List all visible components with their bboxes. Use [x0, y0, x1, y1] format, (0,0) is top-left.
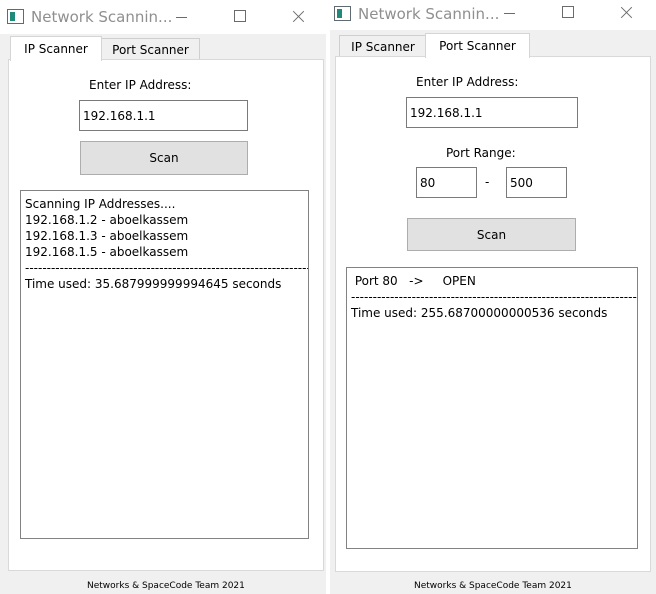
- output-line: Time used: 35.687999999994645 seconds: [25, 277, 282, 291]
- minimize-icon[interactable]: [498, 0, 524, 26]
- footer-text: Networks & SpaceCode Team 2021: [414, 581, 572, 591]
- title-bar[interactable]: Network Scannin...: [0, 0, 326, 34]
- scan-button[interactable]: Scan: [407, 218, 576, 251]
- port-scanner-window: Network Scannin... IP Scanner Port Scann…: [330, 0, 656, 594]
- ip-address-label: Enter IP Address:: [89, 78, 192, 92]
- close-icon[interactable]: [614, 0, 640, 26]
- tab-port-scanner[interactable]: Port Scanner: [101, 38, 200, 60]
- port-range-label: Port Range:: [446, 146, 516, 160]
- app-icon: [7, 9, 24, 24]
- ip-address-input[interactable]: [79, 100, 248, 131]
- port-from-input[interactable]: [416, 167, 477, 198]
- window-title: Network Scannin...: [31, 8, 173, 26]
- output-line: 192.168.1.5 - aboelkassem: [25, 245, 189, 259]
- scan-button[interactable]: Scan: [80, 141, 248, 175]
- maximize-icon[interactable]: [556, 0, 582, 26]
- footer-text: Networks & SpaceCode Team 2021: [87, 581, 245, 591]
- output-line: 192.168.1.2 - aboelkassem: [25, 213, 189, 227]
- title-bar[interactable]: Network Scannin...: [330, 0, 656, 30]
- output-line: Scanning IP Addresses....: [25, 197, 176, 211]
- ip-scanner-window: Network Scannin... IP Scanner Port Scann…: [0, 0, 326, 594]
- port-scanner-panel: Enter IP Address: Port Range: - Scan Por…: [335, 56, 651, 572]
- tab-port-scanner[interactable]: Port Scanner: [425, 33, 530, 58]
- scan-output[interactable]: Port 80 -> OPEN -------------------------…: [346, 267, 638, 549]
- output-line: ----------------------------------------…: [25, 261, 309, 275]
- ip-address-input[interactable]: [406, 97, 578, 128]
- window-title: Network Scannin...: [358, 5, 500, 23]
- tab-ip-scanner[interactable]: IP Scanner: [10, 36, 102, 61]
- tab-ip-scanner[interactable]: IP Scanner: [339, 35, 427, 57]
- port-range-separator: -: [485, 175, 490, 189]
- port-to-input[interactable]: [506, 167, 567, 198]
- ip-scanner-panel: Enter IP Address: Scan Scanning IP Addre…: [8, 59, 324, 571]
- output-line: Time used: 255.68700000000536 seconds: [351, 306, 608, 320]
- app-icon: [334, 6, 351, 21]
- maximize-icon[interactable]: [228, 4, 254, 30]
- output-line: ----------------------------------------…: [351, 290, 637, 304]
- minimize-icon[interactable]: [170, 4, 196, 30]
- scan-output[interactable]: Scanning IP Addresses.... 192.168.1.2 - a…: [20, 190, 309, 539]
- ip-address-label: Enter IP Address:: [416, 75, 519, 89]
- output-line: Port 80 -> OPEN: [351, 274, 476, 288]
- close-icon[interactable]: [286, 4, 312, 30]
- output-line: 192.168.1.3 - aboelkassem: [25, 229, 189, 243]
